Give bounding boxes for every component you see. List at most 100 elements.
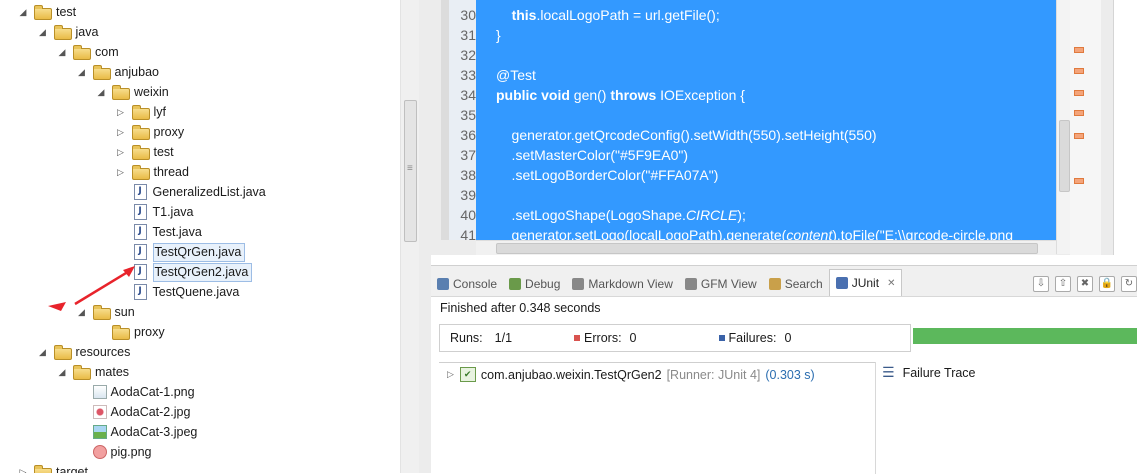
tree-item[interactable]: AodaCat-3.jpeg xyxy=(75,422,197,442)
tree-item[interactable]: ▷ thread xyxy=(114,162,189,182)
collapsed-twistie-icon[interactable]: ▷ xyxy=(114,167,128,178)
tree-item[interactable]: ◢ java xyxy=(36,22,98,42)
java-file-icon: J xyxy=(133,204,147,220)
editor-vscroll-thumb[interactable] xyxy=(1059,120,1070,192)
tree-item[interactable]: ◢ test xyxy=(16,2,76,22)
tree-item-label: test xyxy=(56,5,77,19)
tree-item[interactable]: J TestQrGen2.java xyxy=(114,262,253,282)
junit-panel: Console Debug Markdown View GFM View Search J… xyxy=(431,265,1137,474)
expanded-twistie-icon[interactable]: ◢ xyxy=(16,7,30,18)
tree-item[interactable]: ▷ lyf xyxy=(114,102,166,122)
tree-item-label: resources xyxy=(75,345,131,359)
tree-item[interactable]: ◢ mates xyxy=(55,362,129,382)
tree-item[interactable]: J GeneralizedList.java xyxy=(114,182,266,202)
folder-icon xyxy=(53,24,72,40)
tree-item-label: proxy xyxy=(134,325,165,339)
failure-trace-pane: ☰ Failure Trace xyxy=(875,362,1137,474)
runs-label: Runs: xyxy=(450,331,483,345)
tree-item[interactable]: J Test.java xyxy=(114,222,202,242)
folder-icon xyxy=(92,304,111,320)
expanded-twistie-icon[interactable]: ◢ xyxy=(55,47,69,58)
next-failure-icon[interactable]: ⇩ xyxy=(1033,276,1049,292)
editor-hscroll-thumb[interactable] xyxy=(496,243,1038,254)
code-line[interactable]: .setMasterColor("#5F9EA0") xyxy=(496,145,688,165)
collapsed-twistie-icon[interactable]: ▷ xyxy=(114,107,128,118)
tab-label: Debug xyxy=(525,277,561,291)
tree-item[interactable]: ◢ com xyxy=(55,42,119,62)
tree-item[interactable]: ▷ target xyxy=(16,462,88,473)
tab-junit[interactable]: JUnit ✕ xyxy=(828,269,903,296)
tree-item[interactable]: pig.png xyxy=(75,442,152,462)
folder-icon xyxy=(131,144,150,160)
outline-pane xyxy=(1101,0,1137,255)
expand-triangle-icon[interactable]: ▷ xyxy=(447,369,454,380)
tree-item[interactable]: ◢ sun xyxy=(75,302,135,322)
code-line[interactable]: public void gen() throws IOException { xyxy=(496,85,745,105)
expanded-twistie-icon[interactable]: ◢ xyxy=(75,307,89,318)
tree-item[interactable]: J T1.java xyxy=(114,202,194,222)
editor-vertical-scrollbar[interactable] xyxy=(1056,0,1071,254)
tab-debug[interactable]: Debug xyxy=(503,272,566,296)
occurrence-marker[interactable] xyxy=(1074,68,1084,74)
occurrence-marker[interactable] xyxy=(1074,178,1084,184)
test-results-list[interactable]: ▷ ✔ com.anjubao.weixin.TestQrGen2 [Runne… xyxy=(439,362,875,475)
scroll-lock-icon[interactable]: 🔒 xyxy=(1099,276,1115,292)
failure-trace-label: Failure Trace xyxy=(902,365,976,380)
tree-item[interactable]: J TestQrGen.java xyxy=(114,242,246,262)
collapsed-twistie-icon[interactable]: ▷ xyxy=(114,147,128,158)
expanded-twistie-icon[interactable]: ◢ xyxy=(75,67,89,78)
code-selection-area[interactable]: this.localLogoPath = url.getFile();} @Tes… xyxy=(476,0,1056,240)
tree-item[interactable]: AodaCat-2.jpg xyxy=(75,402,190,422)
line-number: 33 xyxy=(460,67,476,83)
occurrence-marker[interactable] xyxy=(1074,47,1084,53)
tree-item[interactable]: J TestQuene.java xyxy=(114,282,239,302)
occurrence-marker[interactable] xyxy=(1074,110,1084,116)
test-class-name: com.anjubao.weixin.TestQrGen2 xyxy=(480,367,662,382)
occurrence-marker[interactable] xyxy=(1074,133,1084,139)
tab-label: Search xyxy=(784,277,823,291)
close-icon[interactable]: ✕ xyxy=(887,278,895,289)
tree-item[interactable]: ▷ proxy xyxy=(114,122,184,142)
code-line[interactable]: .setLogoShape(LogoShape.CIRCLE); xyxy=(496,205,746,225)
tree-item[interactable]: ◢ weixin xyxy=(94,82,169,102)
code-line[interactable]: } xyxy=(496,25,501,45)
line-number: 35 xyxy=(460,107,476,123)
tree-item[interactable]: AodaCat-1.png xyxy=(75,382,195,402)
code-line[interactable]: .setLogoBorderColor("#FFA07A") xyxy=(496,165,719,185)
line-number: 36 xyxy=(460,127,476,143)
tree-item[interactable]: ◢ anjubao xyxy=(75,62,159,82)
code-line[interactable]: generator.setLogo(localLogoPath).generat… xyxy=(496,225,1014,240)
tree-item[interactable]: proxy xyxy=(94,322,165,342)
code-line[interactable]: generator.getQrcodeConfig().setWidth(550… xyxy=(496,125,877,145)
view-tab-bar: Console Debug Markdown View GFM View Search J… xyxy=(431,266,1137,297)
tab-search[interactable]: Search xyxy=(763,272,829,296)
code-editor[interactable]: this.localLogoPath = url.getFile();} @Tes… xyxy=(431,0,1101,255)
tree-item-label: GeneralizedList.java xyxy=(152,185,266,199)
collapsed-twistie-icon[interactable]: ▷ xyxy=(16,467,30,474)
collapsed-twistie-icon[interactable]: ▷ xyxy=(114,127,128,138)
editor-horizontal-scrollbar[interactable] xyxy=(476,240,1056,255)
code-line[interactable]: this.localLogoPath = url.getFile(); xyxy=(496,5,720,25)
tree-vertical-scrollbar[interactable] xyxy=(400,0,419,473)
occurrence-marker[interactable] xyxy=(1074,90,1084,96)
expanded-twistie-icon[interactable]: ◢ xyxy=(94,87,108,98)
java-file-icon: J xyxy=(133,284,147,300)
test-result-row[interactable]: ▷ ✔ com.anjubao.weixin.TestQrGen2 [Runne… xyxy=(447,367,815,382)
tab-gfm-view[interactable]: GFM View xyxy=(679,272,763,296)
tab-console[interactable]: Console xyxy=(431,272,503,296)
code-line[interactable]: @Test xyxy=(496,65,536,85)
tree-item[interactable]: ▷ test xyxy=(114,142,174,162)
expanded-twistie-icon[interactable]: ◢ xyxy=(55,367,69,378)
expanded-twistie-icon[interactable]: ◢ xyxy=(36,27,50,38)
outline-pane-body xyxy=(1113,0,1137,255)
rerun-icon[interactable]: ↻ xyxy=(1121,276,1137,292)
previous-failure-icon[interactable]: ⇧ xyxy=(1055,276,1071,292)
tree-scroll-thumb[interactable] xyxy=(404,100,417,242)
show-failures-only-icon[interactable]: ✖ xyxy=(1077,276,1093,292)
tab-markdown-view[interactable]: Markdown View xyxy=(566,272,678,296)
expanded-twistie-icon[interactable]: ◢ xyxy=(36,347,50,358)
test-duration: (0.303 s) xyxy=(765,367,815,382)
overview-ruler[interactable] xyxy=(1070,0,1101,255)
tree-item-label: pig.png xyxy=(110,445,152,459)
tree-item[interactable]: ◢ resources xyxy=(36,342,131,362)
